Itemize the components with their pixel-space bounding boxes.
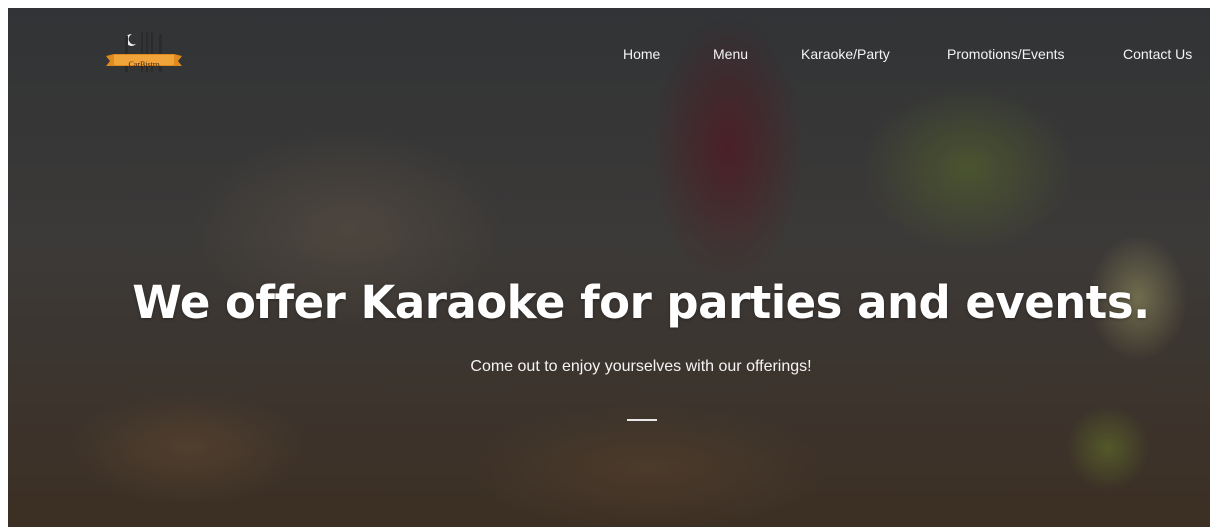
hero-banner (8, 8, 1210, 527)
hero-subheadline: Come out to enjoy yourselves with our of… (470, 358, 812, 375)
hero-divider (627, 419, 657, 421)
nav-item-home[interactable]: Home (623, 46, 660, 62)
hero-headline: We offer Karaoke for parties and events. (132, 276, 1150, 329)
nav-item-menu[interactable]: Menu (713, 46, 748, 62)
nav-item-karaoke-party[interactable]: Karaoke/Party (801, 46, 890, 62)
nav-item-contact-us[interactable]: Contact Us (1123, 46, 1192, 62)
main-nav: Home Menu Karaoke/Party Promotions/Event… (0, 46, 1210, 66)
nav-item-promotions-events[interactable]: Promotions/Events (947, 46, 1065, 62)
hero-overlay (8, 8, 1210, 527)
